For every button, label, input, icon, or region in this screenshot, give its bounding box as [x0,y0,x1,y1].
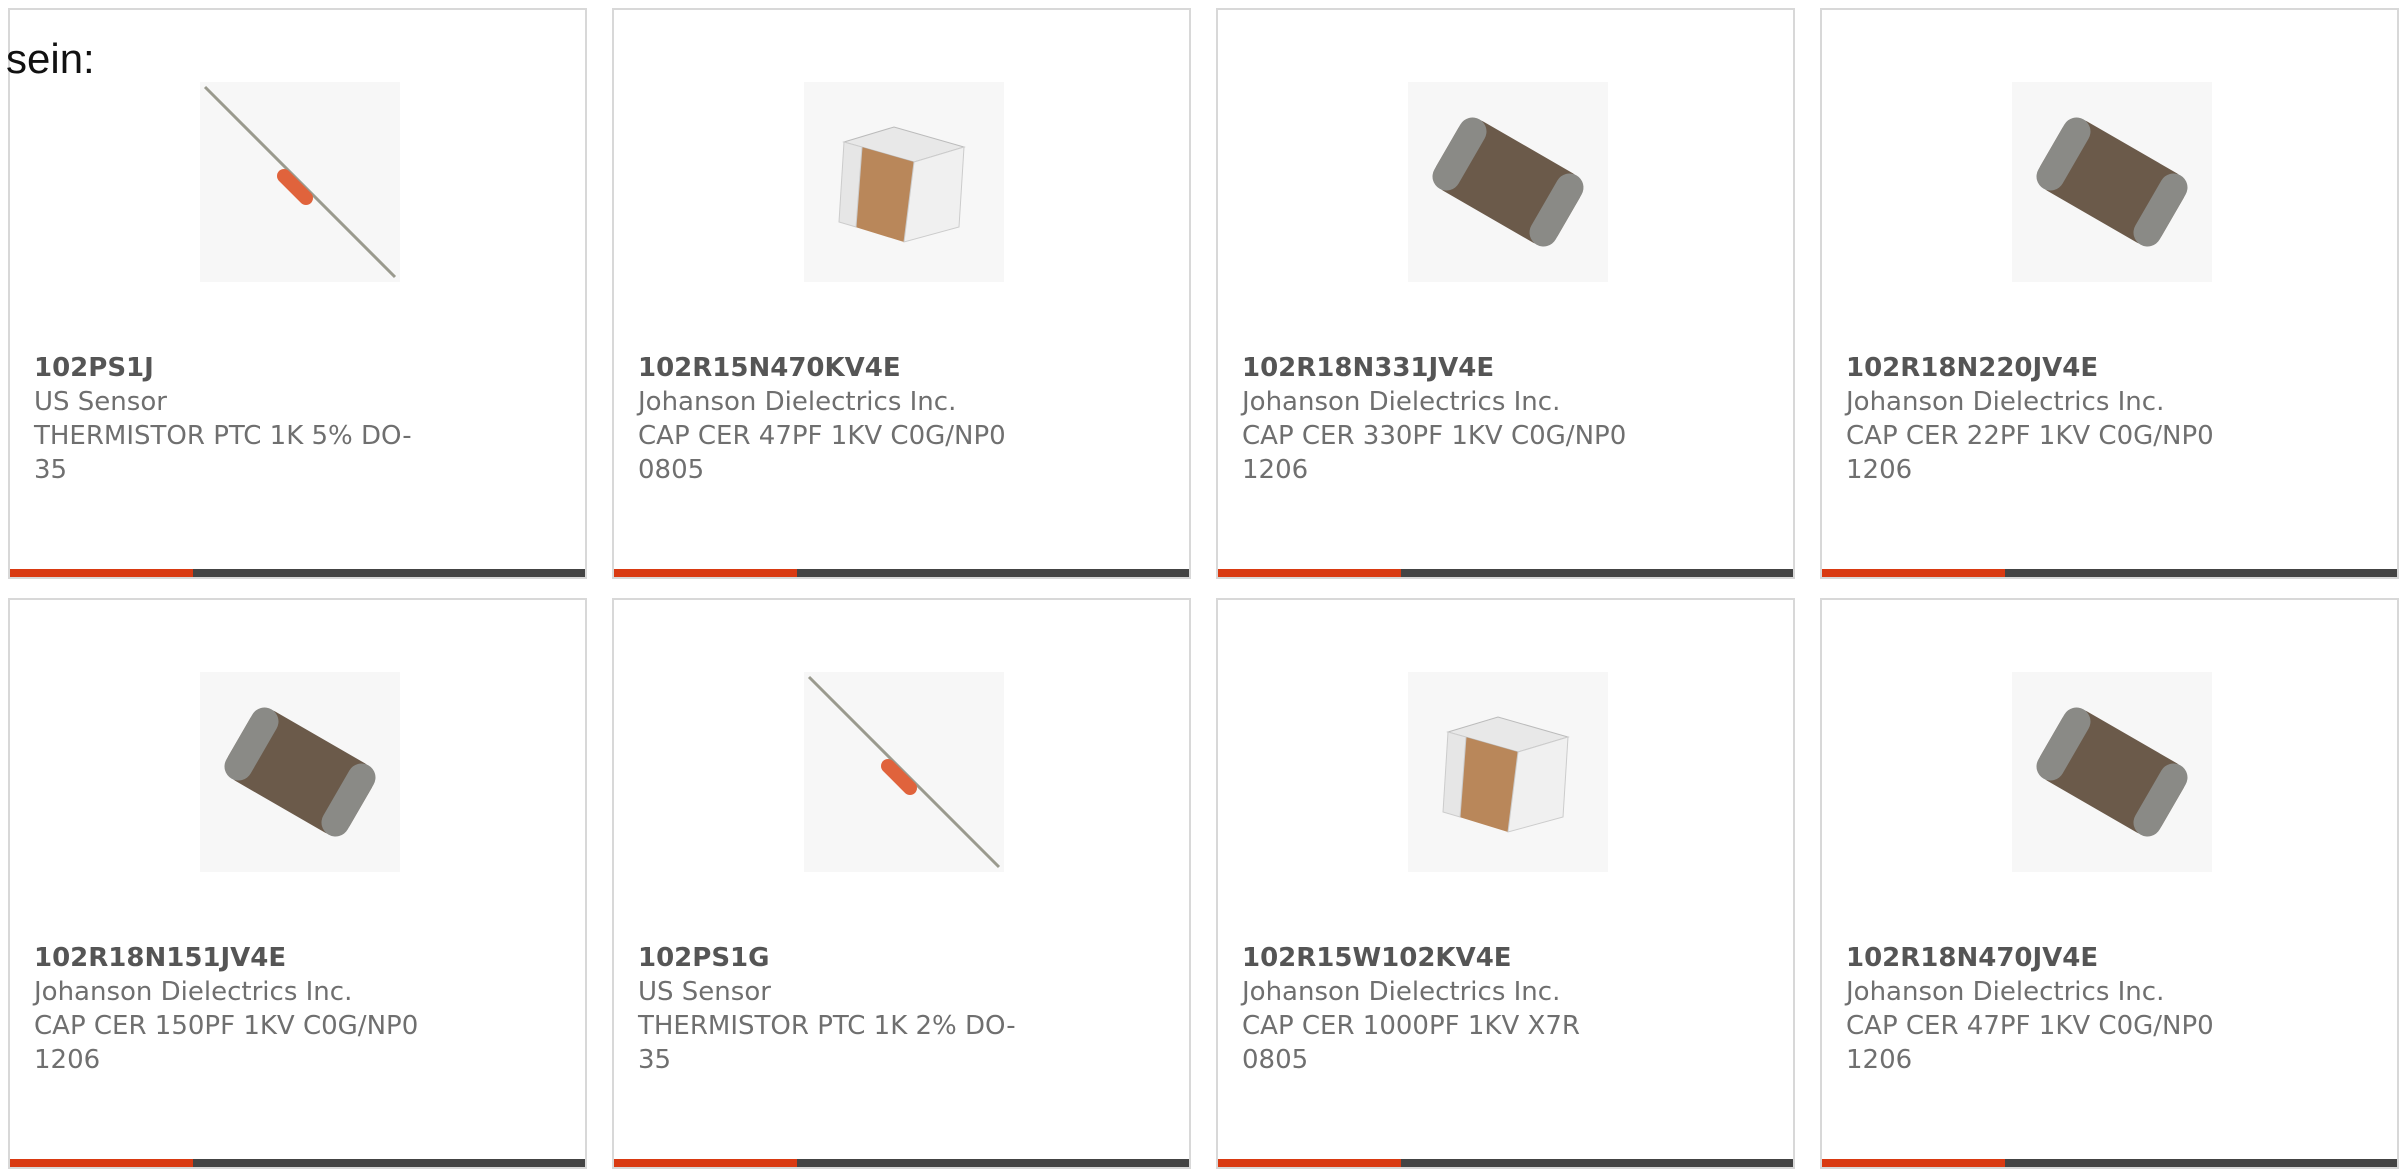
card-bar-accent [1218,569,1401,577]
product-image[interactable] [804,672,1004,872]
part-number[interactable]: 102R18N470JV4E [1846,941,2377,975]
card-bar-accent [614,569,797,577]
product-card[interactable]: 102R15W102KV4E Johanson Dielectrics Inc.… [1216,598,1795,1169]
product-card[interactable]: 102R18N331JV4E Johanson Dielectrics Inc.… [1216,8,1795,579]
part-number[interactable]: 102R18N331JV4E [1242,351,1773,385]
card-bar-accent [1822,569,2005,577]
product-description: CAP CER 150PF 1KV C0G/NP0 1206 [34,1011,419,1075]
product-grid: 102PS1J US Sensor THERMISTOR PTC 1K 5% D… [8,8,2399,1169]
manufacturer: US Sensor [638,977,771,1007]
card-bar [10,1159,585,1167]
capacitor-icon [224,707,376,837]
manufacturer: Johanson Dielectrics Inc. [1242,977,1561,1007]
manufacturer: US Sensor [34,387,167,417]
card-bar-accent [1218,1159,1401,1167]
product-image[interactable] [804,82,1004,282]
part-number[interactable]: 102PS1G [638,941,1169,975]
product-image[interactable] [2012,672,2212,872]
product-description: THERMISTOR PTC 1K 2% DO-35 [638,1011,1016,1075]
part-number[interactable]: 102R18N220JV4E [1846,351,2377,385]
manufacturer: Johanson Dielectrics Inc. [1846,387,2165,417]
part-number[interactable]: 102R15W102KV4E [1242,941,1773,975]
card-bar [614,569,1189,577]
card-bar-accent [1822,1159,2005,1167]
thermistor-icon [203,85,397,279]
manufacturer: Johanson Dielectrics Inc. [1846,977,2165,1007]
product-card[interactable]: 102R18N151JV4E Johanson Dielectrics Inc.… [8,598,587,1169]
product-image[interactable] [200,82,400,282]
product-description: THERMISTOR PTC 1K 5% DO-35 [34,421,412,485]
product-image[interactable] [200,672,400,872]
product-image[interactable] [1408,82,1608,282]
card-bar [1218,1159,1793,1167]
product-description: CAP CER 22PF 1KV C0G/NP0 1206 [1846,421,2214,485]
product-card[interactable]: 102R15N470KV4E Johanson Dielectrics Inc.… [612,8,1191,579]
card-bar [10,569,585,577]
manufacturer: Johanson Dielectrics Inc. [34,977,353,1007]
product-description: CAP CER 1000PF 1KV X7R 0805 [1242,1011,1580,1075]
part-number[interactable]: 102PS1J [34,351,565,385]
card-bar [614,1159,1189,1167]
product-image[interactable] [1408,672,1608,872]
capacitor-icon [838,126,966,243]
capacitor-icon [1442,716,1570,833]
manufacturer: Johanson Dielectrics Inc. [1242,387,1561,417]
intro-text: sein: [6,35,95,82]
part-number[interactable]: 102R18N151JV4E [34,941,565,975]
card-bar [1822,1159,2397,1167]
part-number[interactable]: 102R15N470KV4E [638,351,1169,385]
product-card[interactable]: 102R18N470JV4E Johanson Dielectrics Inc.… [1820,598,2399,1169]
product-card[interactable]: 102R18N220JV4E Johanson Dielectrics Inc.… [1820,8,2399,579]
manufacturer: Johanson Dielectrics Inc. [638,387,957,417]
product-description: CAP CER 330PF 1KV C0G/NP0 1206 [1242,421,1627,485]
product-card[interactable]: 102PS1G US Sensor THERMISTOR PTC 1K 2% D… [612,598,1191,1169]
card-bar [1218,569,1793,577]
capacitor-icon [1432,117,1584,247]
product-card[interactable]: 102PS1J US Sensor THERMISTOR PTC 1K 5% D… [8,8,587,579]
product-image[interactable] [2012,82,2212,282]
capacitor-icon [2036,707,2188,837]
capacitor-icon [2036,117,2188,247]
card-bar-accent [10,1159,193,1167]
card-bar-accent [614,1159,797,1167]
product-description: CAP CER 47PF 1KV C0G/NP0 1206 [1846,1011,2214,1075]
product-description: CAP CER 47PF 1KV C0G/NP0 0805 [638,421,1006,485]
thermistor-icon [807,675,1001,869]
card-bar [1822,569,2397,577]
card-bar-accent [10,569,193,577]
